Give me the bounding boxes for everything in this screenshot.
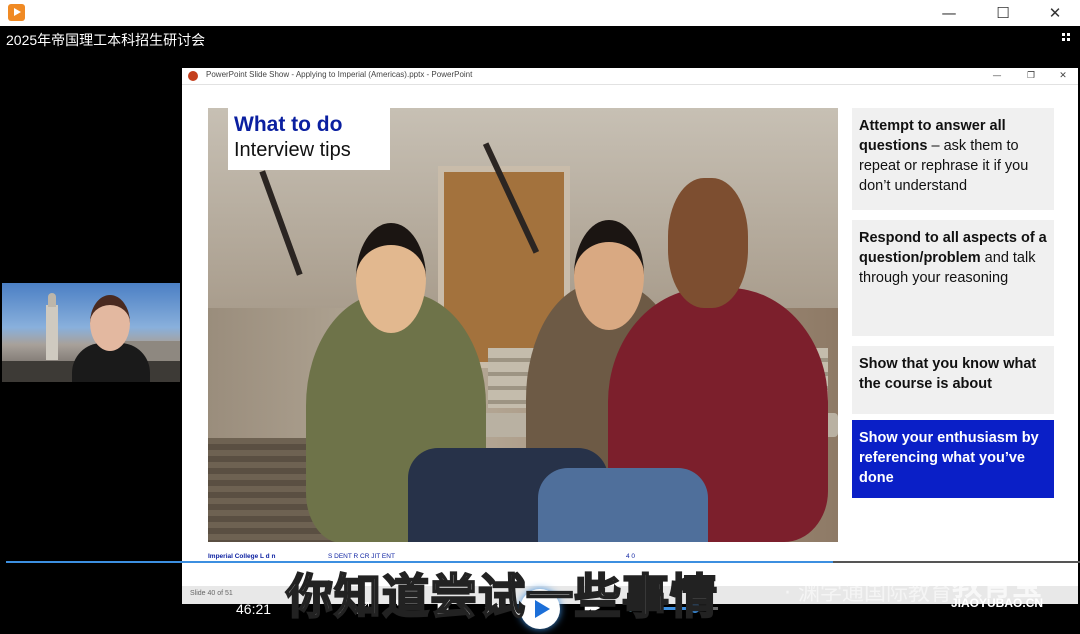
tip-box-2: Respond to all aspects of a question/pro… bbox=[852, 220, 1054, 336]
player-app-icon bbox=[8, 4, 25, 21]
watermark-text: · 渊学通国际教育 bbox=[784, 581, 952, 606]
footer-org: Imperial College L d n bbox=[208, 553, 276, 560]
video-title: 2025年帝国理工本科招生研讨会 bbox=[6, 32, 206, 48]
window-titlebar: — ☐ ✕ bbox=[0, 0, 1080, 26]
powerpoint-window: PowerPoint Slide Show - Applying to Impe… bbox=[182, 68, 1078, 604]
tip-4-bold: Show your enthusiasm by referencing what… bbox=[859, 430, 1039, 486]
tip-box-3: Show that you know what the course is ab… bbox=[852, 346, 1054, 414]
slide-subheading: Interview tips bbox=[234, 139, 351, 161]
playback-time: 46:21 bbox=[236, 601, 272, 617]
tip-box-4: Show your enthusiasm by referencing what… bbox=[852, 420, 1054, 498]
photo-jeans bbox=[538, 468, 708, 542]
video-subtitle: 你知道尝试一些事情 bbox=[285, 569, 718, 626]
student-3-head bbox=[668, 178, 748, 308]
slide-photo-students bbox=[208, 108, 838, 542]
tip-box-1: Attempt to answer all questions – ask th… bbox=[852, 108, 1054, 210]
pp-close-button[interactable]: ✕ bbox=[1054, 69, 1072, 83]
slide-heading: What to do bbox=[234, 113, 343, 136]
powerpoint-title: PowerPoint Slide Show - Applying to Impe… bbox=[206, 70, 473, 79]
close-button[interactable]: ✕ bbox=[1032, 0, 1078, 26]
pp-restore-button[interactable]: ❐ bbox=[1022, 69, 1040, 83]
pp-minimize-button[interactable]: — bbox=[988, 69, 1006, 83]
student-1-head bbox=[356, 223, 426, 333]
powerpoint-titlebar: PowerPoint Slide Show - Applying to Impe… bbox=[182, 68, 1078, 85]
menu-dots-icon[interactable] bbox=[1062, 33, 1074, 45]
tip-3-bold: Show that you know what the course is ab… bbox=[859, 356, 1037, 392]
presenter-head bbox=[90, 295, 130, 351]
maximize-button[interactable]: ☐ bbox=[980, 0, 1026, 26]
minimize-button[interactable]: — bbox=[926, 0, 972, 26]
webcam-video bbox=[2, 283, 180, 382]
slide-counter: Slide 40 of 51 bbox=[190, 590, 233, 597]
watermark-url: JIAOYUBAO.CN bbox=[951, 596, 1044, 610]
tower-image bbox=[46, 293, 58, 360]
powerpoint-icon bbox=[188, 71, 198, 81]
student-2-head bbox=[574, 220, 644, 330]
